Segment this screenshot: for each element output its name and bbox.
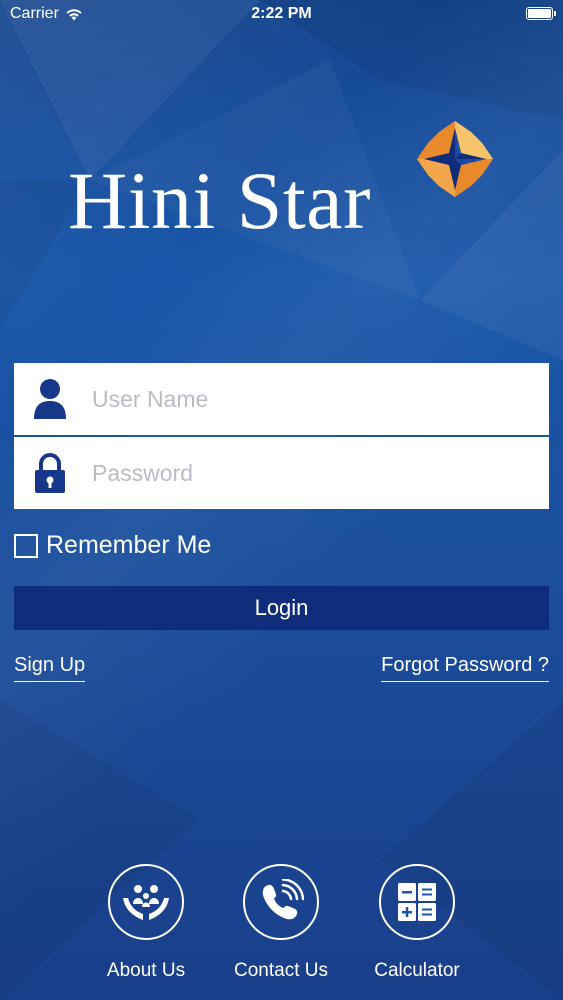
about-us-label: About Us: [106, 960, 186, 981]
username-input[interactable]: [90, 368, 534, 430]
calculator-icon: [398, 883, 436, 921]
remember-me-checkbox[interactable]: [14, 533, 38, 558]
status-time: 2:22 PM: [251, 5, 312, 22]
username-field: [14, 363, 549, 435]
contact-us-circle[interactable]: [243, 864, 319, 940]
remember-me-label: Remember Me: [46, 531, 212, 559]
about-us-circle[interactable]: [108, 864, 184, 940]
calculator-button[interactable]: Calculator: [357, 864, 477, 982]
four-point-star-icon: [417, 121, 493, 197]
about-us-button[interactable]: About Us: [86, 864, 206, 982]
bottom-nav: About Us Contact Us Calculator: [0, 864, 563, 994]
calculator-label: Calculator: [374, 960, 460, 981]
forgot-password-link[interactable]: Forgot Password ?: [381, 654, 549, 682]
user-icon: [22, 363, 78, 435]
status-bar: Carrier 2:22 PM: [0, 0, 563, 30]
login-form: [14, 363, 549, 509]
login-button[interactable]: Login: [14, 586, 549, 630]
battery-icon: [526, 7, 556, 20]
family-care-hands-icon: [123, 885, 169, 920]
lock-icon: [22, 437, 78, 509]
phone-ringing-icon: [262, 879, 304, 920]
app-logo-text: Hini Star: [68, 155, 371, 246]
password-input[interactable]: [90, 442, 534, 504]
contact-us-button[interactable]: Contact Us: [221, 864, 341, 982]
password-field: [14, 437, 549, 509]
remember-me[interactable]: Remember Me: [14, 531, 211, 560]
contact-us-label: Contact Us: [234, 960, 328, 981]
sign-up-link[interactable]: Sign Up: [14, 654, 86, 682]
calculator-circle[interactable]: [379, 864, 455, 940]
